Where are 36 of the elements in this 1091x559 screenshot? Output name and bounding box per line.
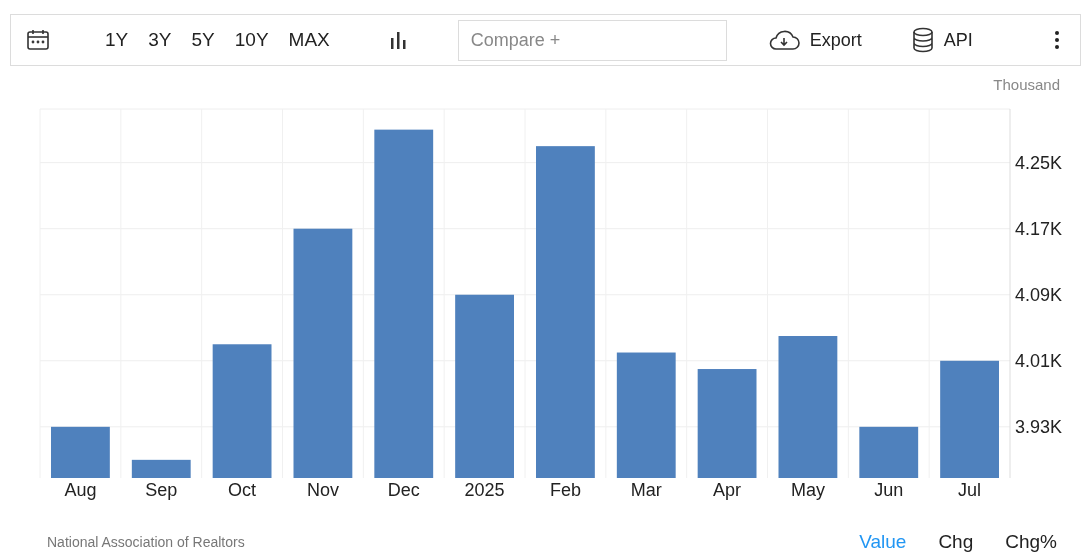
x-axis-label: 2025 xyxy=(464,480,505,500)
cloud-download-icon xyxy=(767,29,800,51)
x-axis-label: Nov xyxy=(306,480,339,500)
y-axis-label: 3.93K xyxy=(1015,416,1063,437)
api-button[interactable]: API xyxy=(911,26,973,54)
more-icon[interactable] xyxy=(1054,30,1060,50)
calendar-icon[interactable] xyxy=(26,28,50,52)
y-axis-label: 4.17K xyxy=(1015,218,1063,239)
x-axis-label: Apr xyxy=(713,480,742,500)
range-button[interactable]: 10Y xyxy=(234,25,269,55)
compare-field[interactable]: Compare + xyxy=(457,19,727,61)
database-icon xyxy=(911,27,934,53)
unit-label: Thousand xyxy=(993,76,1060,93)
x-axis-label: Jul xyxy=(958,480,982,500)
source-text: National Association of Realtors xyxy=(47,532,245,552)
x-axis-label: May xyxy=(790,480,825,500)
range-button[interactable]: MAX xyxy=(288,25,330,55)
x-axis-label: Jun xyxy=(874,480,904,500)
y-axis-label: 4.09K xyxy=(1015,284,1063,305)
range-button[interactable]: 5Y xyxy=(191,25,215,55)
x-axis-label: Feb xyxy=(549,480,581,500)
y-axis-label: 4.25K xyxy=(1015,152,1063,173)
bar xyxy=(859,426,919,478)
bar xyxy=(51,426,110,478)
x-axis-label: Aug xyxy=(64,480,97,500)
bar xyxy=(131,459,191,478)
x-axis-label: Mar xyxy=(630,480,662,500)
range-button[interactable]: 1Y xyxy=(105,25,129,55)
export-button[interactable]: Export xyxy=(767,26,862,54)
x-axis-label: Oct xyxy=(228,480,257,500)
x-axis-label: Sep xyxy=(145,480,178,500)
range-button[interactable]: 3Y xyxy=(148,25,172,55)
view-tab[interactable]: Chg% xyxy=(1005,528,1057,557)
x-axis-label: Dec xyxy=(387,480,420,500)
y-axis-label: 4.01K xyxy=(1015,350,1063,371)
view-tab[interactable]: Chg xyxy=(938,528,974,557)
